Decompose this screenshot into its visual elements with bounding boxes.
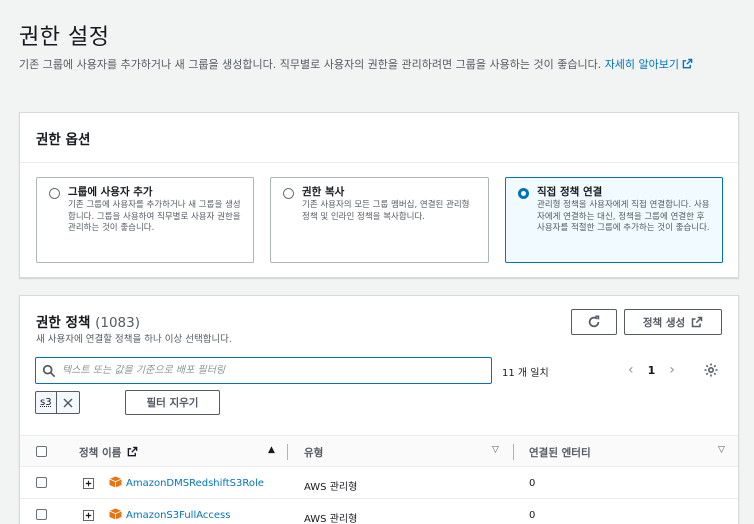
policy-type: AWS 관리형 xyxy=(304,482,358,493)
next-page-icon[interactable]: › xyxy=(669,362,675,378)
package-icon xyxy=(109,508,122,520)
policies-count: (1083) xyxy=(95,315,140,331)
option-copy-permissions[interactable]: 권한 복사 기존 사용자의 모든 그룹 멤버십, 연결된 관리형 정책 및 인라… xyxy=(270,177,489,263)
policy-search-box[interactable] xyxy=(35,357,492,384)
table-row[interactable]: AmazonS3FullAccess AWS 관리형 0 xyxy=(20,499,738,524)
option-attach-policies-directly[interactable]: 직접 정책 연결 관리형 정책을 사용자에게 직접 연결합니다. 사용자에게 연… xyxy=(505,177,723,263)
sort-descending-icon[interactable]: ▽ xyxy=(492,445,499,455)
permission-policies-panel: 권한 정책 (1083) 새 사용자에 연결할 정책을 하나 이상 선택합니다.… xyxy=(19,295,739,524)
learn-more-label[interactable]: 자세히 알아보기 xyxy=(605,58,679,71)
policy-attached-entities: 0 xyxy=(529,478,536,489)
pagination: ‹ 1 › xyxy=(628,362,675,378)
page-title: 권한 설정 xyxy=(19,25,110,50)
policy-name-link[interactable]: AmazonDMSRedshiftS3Role xyxy=(126,478,264,489)
sort-descending-icon[interactable]: ▽ xyxy=(718,445,725,455)
policy-search-input[interactable] xyxy=(62,365,482,376)
policy-attached-entities: 0 xyxy=(529,510,536,521)
permission-options-panel: 권한 옵션 그룹에 사용자 추가 기존 그룹에 사용자를 추가하거나 새 그룹을… xyxy=(19,112,739,278)
expand-icon[interactable] xyxy=(83,478,94,489)
external-link-icon xyxy=(682,58,693,69)
option-title: 권한 복사 xyxy=(302,186,345,198)
package-icon xyxy=(109,476,122,488)
table-header: 정책 이름 ▲ 유형 ▽ 연결된 엔터티 ▽ xyxy=(20,435,738,467)
radio-add-to-group[interactable] xyxy=(49,188,60,199)
column-header-policy-name[interactable]: 정책 이름 xyxy=(79,445,138,460)
column-header-attached-entities[interactable]: 연결된 엔터티 xyxy=(529,445,591,460)
create-policy-button[interactable]: 정책 생성 xyxy=(624,309,722,335)
policy-type: AWS 관리형 xyxy=(304,514,358,524)
row-checkbox[interactable] xyxy=(36,477,47,488)
option-add-to-group[interactable]: 그룹에 사용자 추가 기존 그룹에 사용자를 추가하거나 새 그룹을 생성합니다… xyxy=(36,177,254,263)
row-checkbox[interactable] xyxy=(36,509,47,520)
filter-token-label: s3 xyxy=(40,397,52,408)
page-description-text: 기존 그룹에 사용자를 추가하거나 새 그룹을 생성합니다. 직무별로 사용자의… xyxy=(19,58,602,71)
radio-copy-permissions[interactable] xyxy=(283,188,294,199)
remove-filter-button[interactable] xyxy=(55,392,79,413)
permission-options-header: 권한 옵션 xyxy=(20,113,738,163)
select-all-checkbox[interactable] xyxy=(36,446,47,457)
gear-icon[interactable] xyxy=(703,362,719,378)
refresh-button[interactable] xyxy=(571,309,617,335)
policies-subtitle: 새 사용자에 연결할 정책을 하나 이상 선택합니다. xyxy=(36,334,232,345)
column-divider xyxy=(513,444,514,460)
policy-name-link[interactable]: AmazonS3FullAccess xyxy=(126,510,230,521)
page-description: 기존 그룹에 사용자를 추가하거나 새 그룹을 생성합니다. 직무별로 사용자의… xyxy=(19,56,731,74)
table-row[interactable]: AmazonDMSRedshiftS3Role AWS 관리형 0 xyxy=(20,467,738,499)
clear-filters-label: 필터 지우기 xyxy=(146,397,199,409)
column-header-type[interactable]: 유형 xyxy=(304,445,323,460)
option-description: 기존 그룹에 사용자를 추가하거나 새 그룹을 생성합니다. 그룹을 사용하여 … xyxy=(68,200,241,233)
sort-ascending-icon[interactable]: ▲ xyxy=(268,445,275,455)
filter-token: s3 xyxy=(35,391,80,414)
search-icon xyxy=(42,364,56,377)
close-icon xyxy=(63,397,73,408)
clear-filters-button[interactable]: 필터 지우기 xyxy=(125,390,220,415)
create-policy-label: 정책 생성 xyxy=(642,316,686,329)
refresh-icon xyxy=(588,315,600,328)
column-divider xyxy=(287,444,288,460)
learn-more-link[interactable]: 자세히 알아보기 xyxy=(605,58,693,71)
expand-icon[interactable] xyxy=(83,510,94,521)
column-label: 정책 이름 xyxy=(79,447,122,459)
option-description: 기존 사용자의 모든 그룹 멤버십, 연결된 관리형 정책 및 인라인 정책을 … xyxy=(302,200,470,222)
policies-table: 정책 이름 ▲ 유형 ▽ 연결된 엔터티 ▽ AmazonDMSRedshift… xyxy=(20,435,738,524)
option-description: 관리형 정책을 사용자에게 직접 연결합니다. 사용자에게 연결하는 대신, 정… xyxy=(537,200,710,233)
external-link-icon xyxy=(127,446,138,457)
match-count: 11 개 일치 xyxy=(502,368,549,379)
option-title: 직접 정책 연결 xyxy=(537,186,603,198)
option-title: 그룹에 사용자 추가 xyxy=(68,186,153,198)
previous-page-icon[interactable]: ‹ xyxy=(628,362,634,378)
radio-attach-policies-directly[interactable] xyxy=(518,188,529,199)
current-page-number[interactable]: 1 xyxy=(648,364,656,377)
external-link-icon xyxy=(691,316,703,328)
policies-title-text: 권한 정책 xyxy=(36,315,91,331)
policies-title: 권한 정책 (1083) xyxy=(36,311,140,331)
